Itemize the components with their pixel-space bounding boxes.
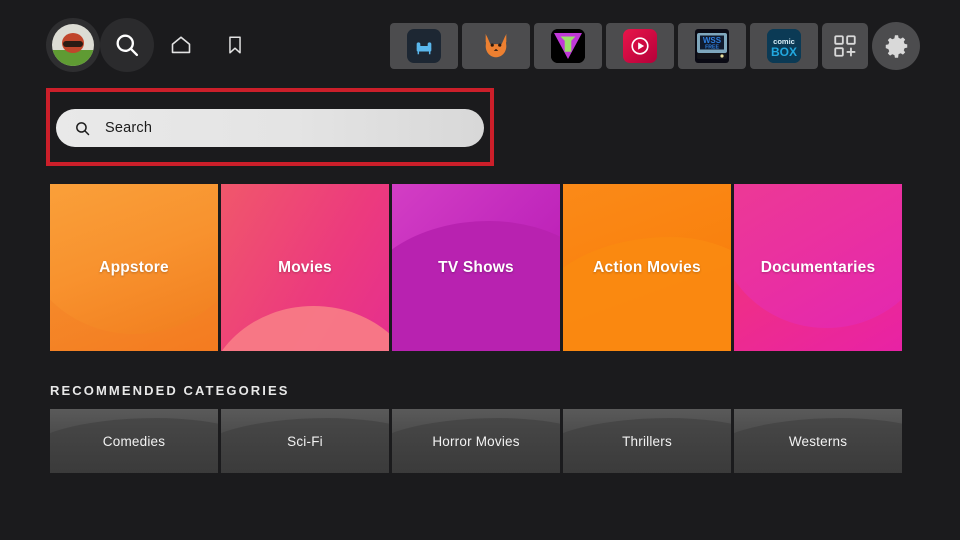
category-tile-label: Action Movies bbox=[593, 258, 701, 276]
recommended-categories-row: Comedies Sci-Fi Horror Movies Thrillers … bbox=[50, 409, 902, 473]
search-icon bbox=[76, 121, 90, 135]
search-placeholder-text: Search bbox=[105, 120, 153, 136]
category-tile-label: Documentaries bbox=[760, 258, 876, 276]
apps-grid-button[interactable] bbox=[822, 23, 868, 69]
recommended-tile-sci-fi[interactable]: Sci-Fi bbox=[221, 409, 389, 473]
search-input[interactable]: Search bbox=[56, 109, 484, 147]
app-shortcut-wss[interactable]: WSS FREE bbox=[678, 23, 746, 69]
home-icon bbox=[171, 36, 191, 54]
comic-box-app-icon: comic BOX bbox=[767, 29, 801, 63]
app-shortcut-redplay[interactable] bbox=[606, 23, 674, 69]
recommended-tile-thrillers[interactable]: Thrillers bbox=[563, 409, 731, 473]
avatar-sunglasses bbox=[63, 40, 83, 47]
top-navigation-bar: WSS FREE comic BOX bbox=[0, 0, 960, 88]
red-play-app-icon bbox=[623, 29, 657, 63]
category-tile-label: Movies bbox=[278, 258, 332, 276]
gear-icon bbox=[885, 34, 907, 58]
category-tile-tv-shows[interactable]: TV Shows bbox=[392, 184, 560, 351]
wss-free-app-icon: WSS FREE bbox=[695, 29, 729, 63]
wss-free-glyph: WSS FREE bbox=[697, 33, 727, 59]
couch-glyph bbox=[416, 42, 432, 55]
svg-text:FREE: FREE bbox=[705, 45, 719, 51]
fox-app-icon bbox=[479, 29, 513, 63]
couch-app-icon bbox=[407, 29, 441, 63]
category-tile-appstore[interactable]: Appstore bbox=[50, 184, 218, 351]
tile-decoration bbox=[221, 305, 389, 351]
app-shortcut-couch[interactable] bbox=[390, 23, 458, 69]
recommended-tile-horror-movies[interactable]: Horror Movies bbox=[392, 409, 560, 473]
avatar-image bbox=[52, 24, 94, 66]
app-shortcuts-row: WSS FREE comic BOX bbox=[390, 22, 920, 70]
fox-glyph bbox=[485, 33, 507, 58]
nav-home-button[interactable] bbox=[154, 18, 208, 72]
app-shortcut-comicbox[interactable]: comic BOX bbox=[750, 23, 818, 69]
tea-app-icon bbox=[551, 29, 585, 63]
nav-bookmarks-button[interactable] bbox=[208, 18, 262, 72]
recommended-tile-comedies[interactable]: Comedies bbox=[50, 409, 218, 473]
recommended-tile-label: Thrillers bbox=[622, 433, 672, 449]
comic-box-glyph: comic BOX bbox=[767, 29, 801, 63]
search-icon bbox=[116, 34, 139, 57]
app-root: WSS FREE comic BOX Search Appstore Movie… bbox=[0, 0, 960, 540]
category-tile-documentaries[interactable]: Documentaries bbox=[734, 184, 902, 351]
tea-glyph bbox=[551, 29, 585, 63]
category-tile-movies[interactable]: Movies bbox=[221, 184, 389, 351]
apps-grid-plus-icon bbox=[834, 35, 856, 57]
play-circle-glyph bbox=[631, 37, 649, 55]
category-tile-action-movies[interactable]: Action Movies bbox=[563, 184, 731, 351]
recommended-tile-label: Comedies bbox=[102, 433, 166, 449]
tile-decoration bbox=[392, 220, 560, 351]
tile-decoration bbox=[563, 237, 731, 351]
recommended-tile-westerns[interactable]: Westerns bbox=[734, 409, 902, 473]
category-tiles-row: Appstore Movies TV Shows Action Movies D… bbox=[50, 184, 902, 351]
category-tile-label: Appstore bbox=[99, 258, 169, 276]
primary-nav bbox=[46, 18, 262, 72]
category-tile-label: TV Shows bbox=[438, 258, 514, 276]
app-shortcut-fox[interactable] bbox=[462, 23, 530, 69]
recommended-tile-label: Westerns bbox=[788, 433, 848, 449]
recommended-categories-title: RECOMMENDED CATEGORIES bbox=[50, 383, 290, 398]
settings-button[interactable] bbox=[872, 22, 920, 70]
nav-search-button[interactable] bbox=[100, 18, 154, 72]
recommended-tile-label: Horror Movies bbox=[432, 433, 520, 449]
svg-text:BOX: BOX bbox=[771, 45, 797, 59]
bookmark-icon bbox=[229, 36, 241, 54]
avatar[interactable] bbox=[46, 18, 100, 72]
app-shortcut-tea[interactable] bbox=[534, 23, 602, 69]
recommended-tile-label: Sci-Fi bbox=[287, 433, 323, 449]
tile-decoration bbox=[734, 184, 902, 328]
